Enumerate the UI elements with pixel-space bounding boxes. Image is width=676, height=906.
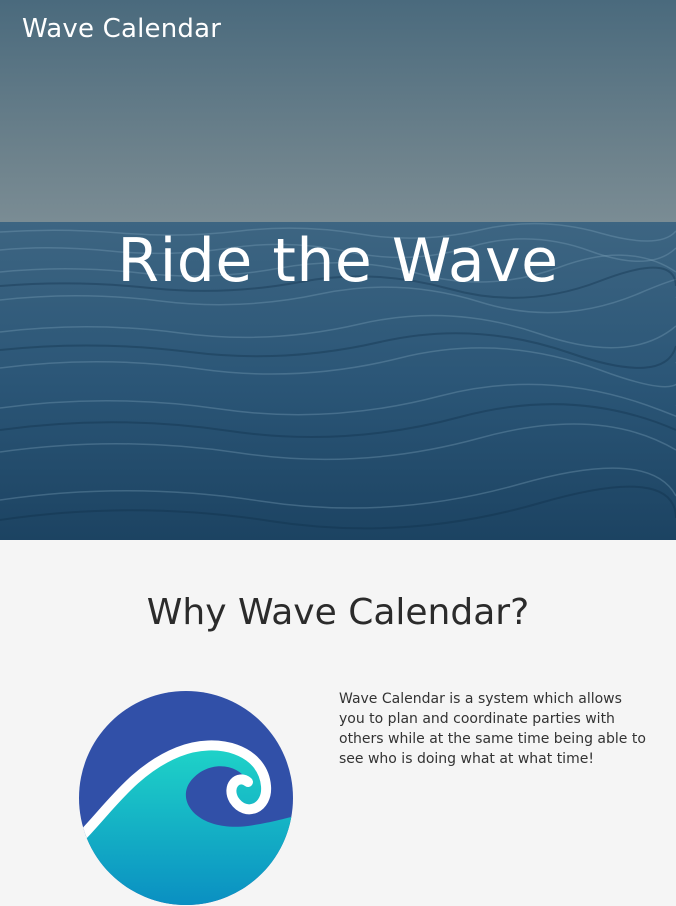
section-title: Why Wave Calendar?	[146, 592, 530, 633]
hero-title: Ride the Wave	[117, 226, 559, 296]
hero-section: Wave Calendar Ride the Wave	[0, 0, 676, 540]
about-description: Wave Calendar is a system which allows y…	[339, 691, 646, 767]
why-section: Why Wave Calendar? Wave Calendar is a sy…	[0, 540, 676, 906]
brand-logo-text[interactable]: Wave Calendar	[22, 14, 221, 44]
wave-logo-icon	[79, 691, 293, 905]
